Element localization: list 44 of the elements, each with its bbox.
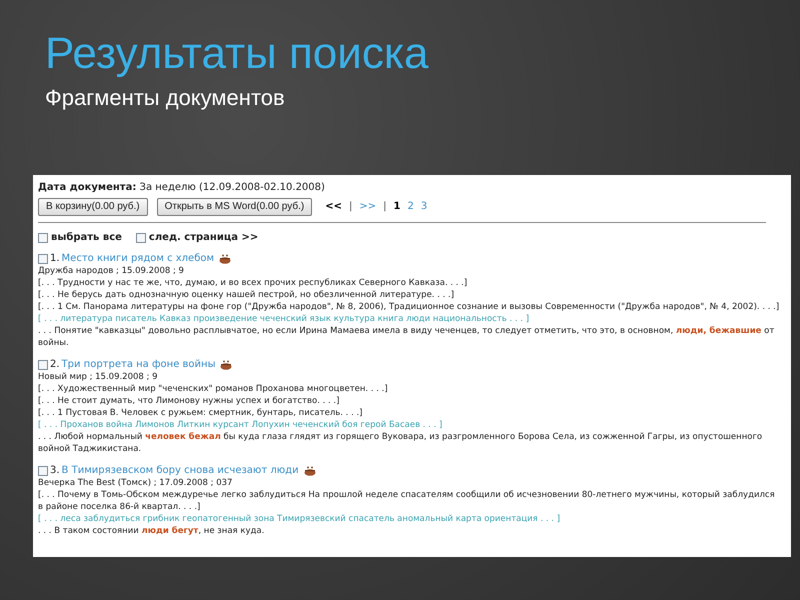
result-fragment: [. . . Художественный мир "чеченских" романов Проханова многоцветен. . . .] <box>38 383 389 395</box>
slide-title: Результаты поиска <box>45 28 430 80</box>
slide-subtitle: Фрагменты документов <box>45 84 286 112</box>
next-page-checkbox[interactable] <box>136 233 146 243</box>
pagination-separator: | <box>348 201 352 213</box>
result-fragment: [. . . Трудности у нас те же, что, думаю, и во всех прочих республиках Северного Кавказа. . . .] <box>38 277 468 289</box>
result-title-link[interactable]: Место книги рядом с хлебом <box>62 252 214 265</box>
result-title-link[interactable]: Три портрета на фоне войны <box>62 358 216 371</box>
result-fragment: [. . . Не берусь дать однозначную оценку нашей пестрой, но обезличенной литературе. . . .] <box>38 289 456 301</box>
result-keywords: [ . . . леса заблудиться грибник геопатогенный зона Тимирязевский спасатель аномальный карта ориентация . . . ] <box>38 513 562 525</box>
select-all-label: выбрать все <box>51 232 122 244</box>
date-filter-label: Дата документа: <box>38 182 136 193</box>
pot-icon <box>304 466 316 476</box>
result-fragment: [. . . Почему в Томь-Обском междуречье легко заблудиться На прошлой неделе спасателям сообщили об исчезновении 80-летнего мужчины, который заблудился в районе поселка 86-й квартал. . . .] <box>38 489 776 513</box>
result-excerpt: . . . В таком состоянии люди бегут, не зная куда. <box>38 525 266 537</box>
result-fragment: [. . . 1 См. Панорама литературы на фоне гор ("Дружба народов", № 8, 2006), Традиционное сознание и вызовы Современности ("Дружба народов", № 4, 2002). . . .] <box>38 301 780 313</box>
result-number: 2. <box>50 358 60 371</box>
result-fragment: [. . . Не стоит думать, что Лимонову нужны успех и богатство. . . .] <box>38 395 340 407</box>
pagination-link[interactable]: >> <box>359 201 376 213</box>
select-all-checkbox[interactable] <box>38 233 48 243</box>
pot-icon <box>219 254 232 264</box>
result-number: 3. <box>50 464 60 477</box>
pot-icon <box>220 360 232 370</box>
result-source: Вечерка The Best (Томск) ; 17.09.2008 ; 037 <box>38 477 234 489</box>
result-excerpt: . . . Любой нормальный человек бежал бы куда глаза глядят из горящего Вуковара, из разгромленного Борова Села, из сожженной Гагры, из опустошенного войной Таджикистана. <box>38 431 764 455</box>
result-source: Новый мир ; 15.09.2008 ; 9 <box>38 371 158 383</box>
page-link[interactable]: 1 <box>394 201 400 213</box>
result-excerpt: . . . Понятие "кавказцы" довольно расплывчатое, но если Ирина Мамаева имела в виду чеченцев, то следует отметить, что это, в основном, люди, бежавшие от войны. <box>38 325 776 349</box>
result-keywords: [ . . . литература писатель Кавказ произведение чеченский язык культура книга люди национальность . . . ] <box>38 313 530 325</box>
result-keywords: [ . . . Проханов война Лимонов Литкин курсант Лопухин чеченский боя герой Басаев . . . ] <box>38 419 444 431</box>
result-checkbox[interactable] <box>38 254 48 264</box>
toolbar-button[interactable]: Открыть в MS Word(0.00 руб.) <box>156 198 312 216</box>
result-title-link[interactable]: В Тимирязевском бору снова исчезают люди <box>62 464 299 477</box>
date-filter-value: За неделю (12.09.2008-02.10.2008) <box>140 182 325 193</box>
result-checkbox[interactable] <box>38 466 48 476</box>
result-number: 1. <box>50 252 60 265</box>
page-link[interactable]: 2 <box>407 201 414 213</box>
page-link[interactable]: 3 <box>420 201 428 213</box>
toolbar-button[interactable]: В корзину(0.00 руб.) <box>38 198 148 216</box>
result-source: Дружба народов ; 15.09.2008 ; 9 <box>38 265 185 277</box>
result-fragment: [. . . 1 Пустовая В. Человек с ружьем: смертник, бунтарь, писатель. . . .] <box>38 407 364 419</box>
pagination-separator: | <box>383 201 386 213</box>
result-checkbox[interactable] <box>38 360 48 370</box>
next-page-label: след. страница >> <box>148 232 258 244</box>
